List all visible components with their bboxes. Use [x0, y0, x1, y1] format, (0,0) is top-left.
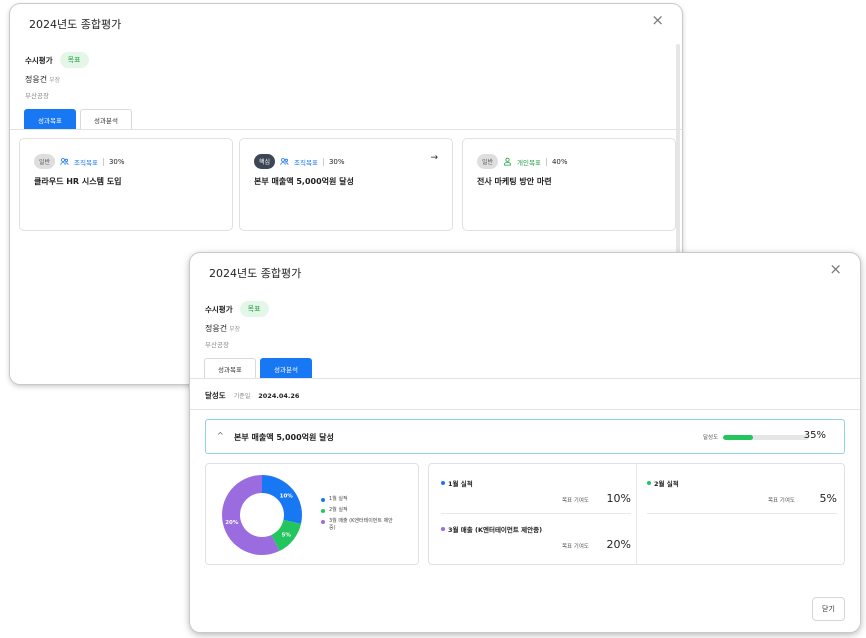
legend-label: 2월 실적	[329, 507, 348, 513]
legend-label: 3월 매출 (K엔터테이먼트 제안중)	[329, 518, 393, 531]
metric-name: 1월 실적	[448, 480, 473, 488]
org-people-icon	[60, 158, 69, 165]
metric-color-dot	[441, 481, 445, 485]
metric-item: 2월 실적 목표 기여도 5%	[647, 478, 837, 524]
close-icon[interactable]: ×	[829, 262, 842, 277]
tab-performance-analysis[interactable]: 성과분석	[80, 109, 132, 130]
progress-percent: 35%	[803, 430, 826, 441]
goal-title: 클라우드 HR 시스템 도입	[34, 177, 122, 186]
divider	[545, 157, 547, 166]
contribution-label: 목표 기여도	[767, 498, 795, 504]
metric-divider	[441, 513, 631, 514]
section-divider	[190, 409, 860, 410]
priority-badge: 일반	[477, 154, 499, 169]
metric-divider	[647, 513, 837, 514]
org-people-icon	[280, 158, 289, 165]
metric-name: 2월 실적	[654, 480, 679, 488]
chart-legend: 1월 실적 2월 실적 3월 매출 (K엔터테이먼트 제안중)	[321, 496, 396, 536]
contribution-label: 목표 기여도	[561, 498, 589, 504]
person-rank: 부장	[49, 77, 61, 84]
tab-divider	[190, 378, 860, 379]
tab-performance-analysis[interactable]: 성과분석	[260, 358, 312, 379]
metric-color-dot	[647, 481, 651, 485]
department: 부산공장	[25, 92, 49, 100]
evaluation-type-label: 수시평가	[25, 55, 53, 65]
tab-divider	[10, 129, 682, 130]
contribution-value: 5%	[819, 492, 837, 505]
goal-weight: 30%	[328, 157, 345, 166]
person-name-text: 정응건	[205, 324, 228, 333]
evaluation-type-badge: 목표	[239, 301, 269, 317]
legend-color-dot	[321, 498, 325, 502]
contribution-value: 20%	[606, 538, 631, 551]
person-icon	[503, 157, 512, 166]
arrow-right-icon[interactable]: →	[430, 153, 438, 163]
metric-item: 3월 매출 (K엔터테이먼트 제안중) 목표 기여도 20%	[441, 524, 631, 570]
accordion-goal-title: 본부 매출액 5,000억원 달성	[234, 433, 334, 442]
metrics-divider	[636, 464, 637, 564]
person-name: 정응건 부장	[25, 74, 60, 85]
evaluation-type-row: 수시평가 목표	[205, 301, 269, 317]
donut-chart: 10% 5% 20%	[222, 475, 302, 555]
base-date-label: 기준일	[233, 393, 251, 400]
legend-item: 1월 실적	[321, 496, 396, 503]
person-rank: 부장	[229, 326, 241, 333]
tab-performance-goals[interactable]: 성과목표	[24, 109, 76, 130]
modal-title: 2024년도 종합평가	[209, 267, 302, 280]
modal-title: 2024년도 종합평가	[29, 18, 122, 31]
donut-slice-label: 5%	[282, 532, 292, 538]
goal-type-label: 조직목표	[74, 158, 98, 167]
goal-title: 전사 마케팅 방안 마련	[477, 177, 552, 186]
legend-item: 2월 실적	[321, 507, 396, 514]
priority-badge: 일반	[34, 154, 56, 169]
evaluation-type-label: 수시평가	[205, 304, 233, 314]
legend-color-dot	[321, 509, 325, 513]
evaluation-type-row: 수시평가 목표	[25, 52, 89, 68]
goal-card[interactable]: 일반 개인목표 40% 전사 마케팅 방안 마련	[462, 138, 676, 231]
legend-label: 1월 실적	[329, 496, 348, 502]
divider	[322, 157, 324, 166]
department: 부산공장	[205, 341, 229, 349]
tab-performance-goals[interactable]: 성과목표	[204, 358, 256, 379]
goal-card[interactable]: 일반 조직목표 30% 클라우드 HR 시스템 도입	[19, 138, 233, 231]
metrics-card: 1월 실적 목표 기여도 10% 2월 실적 목표 기여도 5% 3월 매출 (…	[428, 463, 845, 565]
legend-color-dot	[321, 520, 325, 524]
tab-bar: 성과목표 성과분석	[24, 109, 132, 130]
goal-weight: 30%	[108, 157, 125, 166]
contribution-label: 목표 기여도	[561, 544, 589, 550]
metric-name: 3월 매출 (K엔터테이먼트 제안중)	[448, 526, 543, 534]
close-icon[interactable]: ×	[651, 13, 664, 28]
tab-bar: 성과목표 성과분석	[204, 358, 312, 379]
goal-weight: 40%	[551, 157, 568, 166]
goal-card[interactable]: 핵심 조직목표 30% → 본부 매출액 5,000억원 달성	[239, 138, 453, 231]
priority-badge: 핵심	[254, 154, 276, 169]
person-name-text: 정응건	[25, 75, 48, 84]
progress-bar	[723, 435, 809, 440]
donut-slice-label: 20%	[225, 520, 239, 526]
achievement-header: 달성도 기준일 2024.04.26	[205, 390, 299, 401]
goal-type-label: 조직목표	[294, 158, 318, 167]
achievement-title: 달성도	[205, 391, 226, 400]
metric-color-dot	[441, 527, 445, 531]
goal-accordion-header[interactable]: ^ 본부 매출액 5,000억원 달성 달성도 35%	[205, 419, 845, 454]
contribution-value: 10%	[606, 492, 631, 505]
base-date: 2024.04.26	[258, 392, 300, 400]
divider	[102, 157, 104, 166]
evaluation-modal-analysis: 2024년도 종합평가 × 수시평가 목표 정응건 부장 부산공장 성과목표 성과…	[190, 253, 860, 632]
legend-item: 3월 매출 (K엔터테이먼트 제안중)	[321, 518, 396, 532]
progress-label: 달성도	[703, 435, 719, 441]
goal-title: 본부 매출액 5,000억원 달성	[254, 177, 354, 186]
person-name: 정응건 부장	[205, 323, 240, 334]
progress-bar-fill	[723, 435, 754, 440]
chevron-up-icon[interactable]: ^	[217, 431, 224, 440]
close-button[interactable]: 닫기	[812, 597, 845, 621]
goal-type-label: 개인목표	[517, 158, 541, 167]
contribution-chart-card: 10% 5% 20% 1월 실적 2월 실적 3월 매출 (K엔터테이먼트 제안중)	[205, 463, 419, 565]
donut-slice-label: 10%	[280, 494, 294, 500]
metric-item: 1월 실적 목표 기여도 10%	[441, 478, 631, 524]
evaluation-type-badge: 목표	[59, 52, 89, 68]
